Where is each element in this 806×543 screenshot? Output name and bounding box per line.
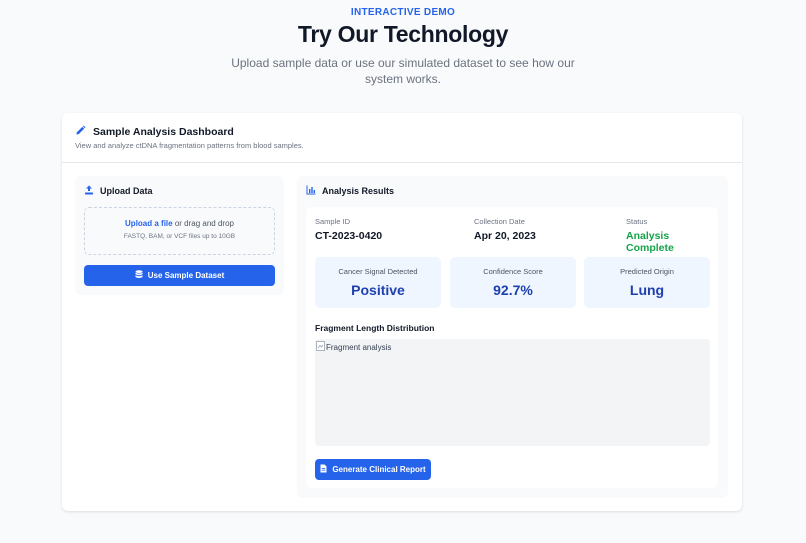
dashboard-card: Sample Analysis Dashboard View and analy… bbox=[62, 113, 742, 511]
upload-title-text: Upload Data bbox=[100, 186, 153, 196]
dashboard-description: View and analyze ctDNA fragmentation pat… bbox=[75, 141, 304, 150]
generate-report-label: Generate Clinical Report bbox=[332, 465, 426, 474]
collection-date-label: Collection Date bbox=[474, 217, 525, 226]
fragment-chart-title: Fragment Length Distribution bbox=[315, 323, 435, 333]
stat-value: Positive bbox=[351, 282, 405, 298]
stat-predicted-origin: Predicted Origin Lung bbox=[584, 257, 710, 308]
image-alt-text: Fragment analysis bbox=[326, 342, 392, 352]
stat-label: Predicted Origin bbox=[620, 267, 674, 276]
results-panel: Analysis Results Sample ID CT-2023-0420 … bbox=[297, 176, 728, 498]
dashboard-title-text: Sample Analysis Dashboard bbox=[93, 126, 234, 138]
upload-icon bbox=[84, 185, 100, 197]
pencil-icon bbox=[75, 125, 93, 139]
stat-label: Cancer Signal Detected bbox=[338, 267, 418, 276]
stat-label: Confidence Score bbox=[483, 267, 543, 276]
sample-id-value: CT-2023-0420 bbox=[315, 230, 383, 242]
sample-id-label: Sample ID bbox=[315, 217, 351, 226]
bar-chart-icon bbox=[306, 185, 322, 197]
dropzone-text: Upload a file or drag and drop bbox=[85, 219, 274, 228]
file-dropzone[interactable]: Upload a file or drag and drop FASTQ, BA… bbox=[84, 207, 275, 255]
results-panel-title: Analysis Results bbox=[306, 185, 394, 197]
hero-eyebrow: INTERACTIVE DEMO bbox=[350, 7, 456, 18]
use-sample-dataset-label: Use Sample Dataset bbox=[147, 271, 225, 280]
results-content: Sample ID CT-2023-0420 Collection Date A… bbox=[306, 207, 718, 488]
stat-value: Lung bbox=[629, 282, 665, 298]
status-label: Status bbox=[626, 217, 648, 226]
generate-report-button[interactable]: Generate Clinical Report bbox=[315, 459, 431, 480]
stat-value: 92.7% bbox=[493, 282, 533, 298]
use-sample-dataset-button[interactable]: Use Sample Dataset bbox=[84, 265, 275, 286]
stat-confidence-score: Confidence Score 92.7% bbox=[450, 257, 576, 308]
results-title-text: Analysis Results bbox=[322, 186, 395, 196]
upload-panel-title: Upload Data bbox=[84, 185, 153, 197]
hero-title: Try Our Technology bbox=[297, 21, 509, 47]
status-value: Analysis Complete bbox=[626, 230, 674, 254]
hero-subtitle: Upload sample data or use our simulated … bbox=[231, 56, 575, 86]
upload-file-link[interactable]: Upload a file bbox=[125, 219, 173, 228]
fragment-chart-image: Fragment analysis bbox=[315, 339, 710, 446]
broken-image-icon bbox=[316, 341, 326, 353]
dashboard-title: Sample Analysis Dashboard bbox=[75, 125, 234, 139]
dashboard-header: Sample Analysis Dashboard View and analy… bbox=[62, 113, 742, 163]
stat-cancer-signal: Cancer Signal Detected Positive bbox=[315, 257, 441, 308]
collection-date-value: Apr 20, 2023 bbox=[474, 230, 536, 242]
drag-drop-text: or drag and drop bbox=[172, 219, 234, 228]
broken-image-placeholder: Fragment analysis bbox=[316, 341, 391, 353]
database-icon bbox=[135, 270, 148, 281]
file-type-hint: FASTQ, BAM, or VCF files up to 10GB bbox=[123, 233, 236, 240]
upload-panel: Upload Data Upload a file or drag and dr… bbox=[75, 176, 284, 295]
document-icon bbox=[320, 464, 332, 475]
